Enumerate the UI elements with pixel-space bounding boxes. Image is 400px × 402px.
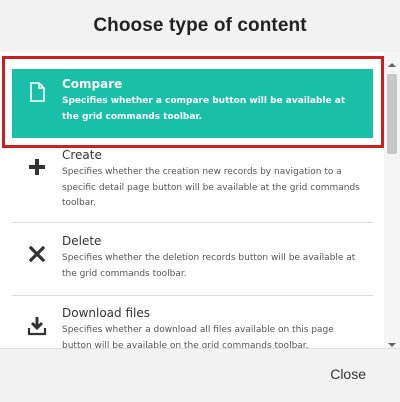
document-icon (26, 81, 48, 103)
content-type-list: Compare Specifies whether a compare butt… (0, 52, 400, 348)
divider (12, 295, 373, 296)
item-description: Specifies whether the creation new recor… (62, 167, 360, 208)
list-item-compare[interactable]: Compare Specifies whether a compare butt… (12, 69, 373, 138)
scroll-thumb[interactable] (387, 74, 397, 154)
plus-icon (26, 156, 48, 178)
dialog-footer: Close (0, 348, 400, 402)
vertical-scrollbar[interactable] (384, 52, 400, 348)
download-icon (26, 315, 48, 337)
dialog-title: Choose type of content (93, 15, 307, 36)
list-item-delete[interactable]: Delete Specifies whether the deletion re… (12, 226, 373, 288)
list-item-create[interactable]: Create Specifies whether the creation ne… (12, 142, 373, 217)
close-button[interactable]: Close (330, 366, 366, 382)
item-description: Specifies whether a compare button will … (62, 96, 346, 122)
item-description: Specifies whether a download all files a… (62, 325, 334, 348)
scroll-down-icon[interactable] (388, 336, 396, 347)
scroll-up-icon[interactable] (388, 56, 396, 67)
item-description: Specifies whether the deletion records b… (62, 253, 356, 279)
item-name: Delete (62, 234, 102, 248)
divider (12, 222, 373, 223)
choose-content-dialog: Choose type of content Compare Specifies… (0, 0, 400, 402)
dialog-header: Choose type of content (0, 0, 400, 52)
item-name: Download files (62, 306, 150, 320)
list-item-download-files[interactable]: Download files Specifies whether a downl… (12, 298, 373, 348)
x-icon (26, 243, 48, 265)
item-name: Compare (62, 77, 123, 91)
item-name: Create (62, 148, 102, 162)
